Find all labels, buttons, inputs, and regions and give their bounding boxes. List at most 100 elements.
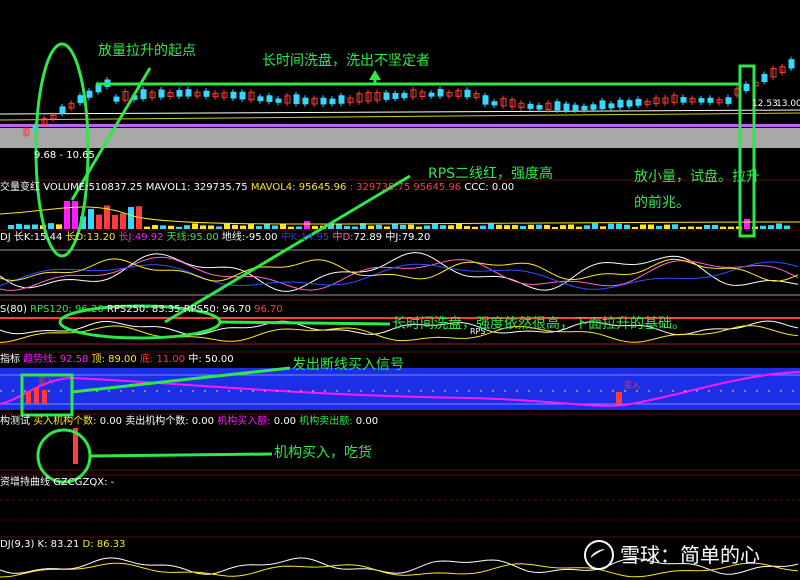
candle-body	[185, 89, 192, 97]
volume-bar	[544, 225, 550, 229]
candle-body	[482, 95, 489, 105]
candle-body	[635, 98, 642, 106]
chart-canvas	[0, 42, 800, 578]
volume-bar	[480, 225, 486, 229]
kdj-prefix: DJ	[0, 232, 11, 243]
inst-buy-count-label: 买入机构个数:	[33, 416, 97, 427]
signal-buy-bar	[34, 388, 39, 404]
price-gray-band	[0, 128, 800, 148]
volume-bar	[208, 225, 214, 229]
mid-label: 中:	[188, 354, 202, 365]
candle-body	[464, 89, 471, 98]
price-purple-line	[0, 124, 800, 127]
inst-buy-count-value: 0.00	[99, 416, 123, 427]
volume-bar	[584, 225, 590, 229]
volume-bar	[344, 225, 350, 229]
buy-tag-left: 买入	[38, 377, 54, 386]
bottom-value: 11.00	[156, 354, 186, 365]
candle-body	[113, 96, 120, 102]
top-label: 顶:	[91, 354, 105, 365]
volume-bar	[520, 226, 526, 229]
volume-bar	[144, 226, 150, 229]
kdj-header: DJ 长K:15.44 长D:13.20 长J:49.92 天线:95.00 地…	[0, 232, 430, 244]
volume-bar	[504, 225, 510, 229]
candle-body	[383, 92, 390, 100]
volume-bar	[168, 225, 174, 229]
annotation-break-signal: 发出断线买入信号	[292, 357, 404, 373]
candle-body	[581, 105, 588, 111]
ccc-label: CCC:	[464, 182, 489, 193]
volume-bar	[552, 226, 558, 229]
kdj-hj-label: 中J:	[385, 232, 402, 243]
candle-body	[158, 89, 165, 98]
kdj-sky-value: 95.00	[190, 232, 219, 243]
kdj-d-label: 长D:	[65, 232, 87, 243]
candle-body	[743, 83, 750, 91]
candle-body	[428, 92, 435, 97]
volume-bar	[64, 201, 70, 229]
kdj2-k-value: 83.21	[50, 539, 80, 550]
volume-bar	[616, 223, 622, 229]
rps120-label: RPS120:	[30, 304, 72, 315]
volume-bar	[768, 225, 774, 229]
volume-bar	[112, 214, 118, 229]
top-value: 89.00	[108, 354, 137, 365]
kdj2-d-label: D:	[82, 539, 94, 550]
volume-bar	[600, 226, 606, 229]
volume-bar	[488, 223, 494, 229]
volume-bar	[416, 226, 422, 229]
trial-volume-box	[738, 64, 756, 238]
volume-bar	[696, 226, 702, 229]
candle-body	[239, 91, 246, 100]
candle-body	[302, 97, 309, 105]
inst-sell-amt-label: 机构卖出额:	[299, 416, 353, 427]
rps50-value: 96.70	[222, 304, 251, 315]
watermark-text: 雪球：简单的心	[620, 543, 760, 567]
kdj-ground-value: -95.00	[245, 232, 278, 243]
kdj-line-white	[0, 252, 799, 292]
inst-prefix: 构测试	[0, 416, 30, 427]
candle-body	[788, 59, 795, 69]
kdj-hk-value: 14.95	[300, 232, 330, 243]
volume-bar	[632, 226, 638, 229]
candle-body	[590, 104, 597, 110]
volume-extra: : 329735.75	[346, 182, 411, 193]
volume-bar	[472, 226, 478, 229]
mavol1-label: MAVOL1:	[145, 182, 191, 193]
volume-bar	[120, 213, 126, 229]
kdj2-k-label: K:	[37, 539, 48, 550]
annotation-rps-red: RPS二线红，强度高	[428, 166, 554, 182]
mid-value: 50.00	[204, 354, 234, 365]
volume-bar	[240, 225, 246, 229]
rps-header: S(80) RPS120: 96.20 RPS250: 83.35 RPS50:…	[0, 304, 283, 316]
volume-bar	[664, 224, 670, 229]
snowball-logo-icon	[584, 540, 614, 570]
volume-header: 交量变红 VOLUME:510837.25 MAVOL1: 329735.75 …	[0, 182, 514, 194]
candle-body	[392, 92, 399, 99]
candle-body	[140, 89, 147, 100]
volume-bar	[784, 225, 790, 229]
volume-bar	[712, 224, 718, 229]
candle-body	[293, 94, 300, 105]
bottom-label: 底:	[139, 354, 154, 365]
volume-bar	[496, 224, 502, 229]
volume-bar	[192, 223, 198, 229]
kdj-d-value: 13.20	[86, 232, 116, 243]
volume-bar	[528, 224, 534, 229]
inst-header: 构测试 买入机构个数: 0.00 卖出机构个数: 0.00 机构买入额: 0.0…	[0, 416, 378, 428]
volume-bar	[232, 224, 238, 229]
volume-bar	[640, 224, 646, 229]
rps-wash-pointer-line	[219, 320, 391, 326]
volume-bar	[224, 223, 230, 229]
candle-body	[203, 90, 210, 97]
volume-bar	[688, 226, 694, 229]
kdj-hd-label: 中D:	[332, 232, 354, 243]
annotation-start: 放量拉升的起点	[98, 43, 196, 59]
annotation-inst-buy: 机构买入，吃货	[274, 445, 372, 461]
inst-sell-amt-value: 0.00	[355, 416, 379, 427]
volume-bar	[592, 223, 598, 229]
volume-bar	[88, 209, 94, 229]
kdj-hj-value: 79.20	[401, 232, 431, 243]
buy-tag-right: 买入	[624, 381, 640, 390]
candle-body	[320, 97, 327, 105]
